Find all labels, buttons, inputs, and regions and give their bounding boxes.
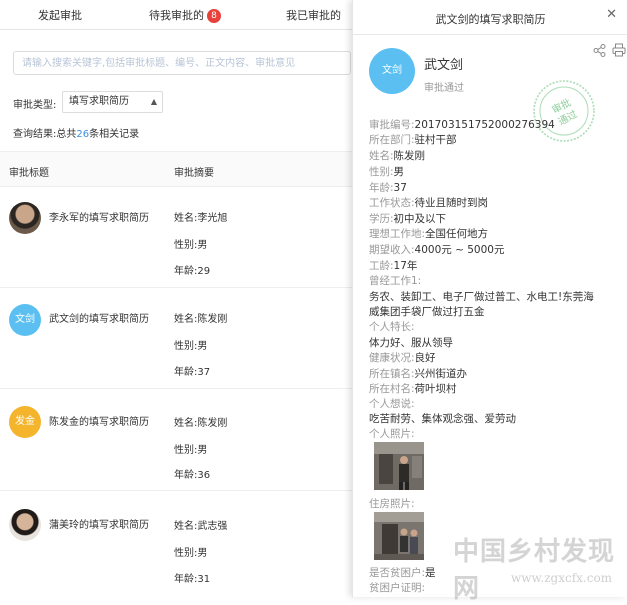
watermark-url: www.zgxcfx.com <box>511 571 613 585</box>
caret-updown-icon: ▲ <box>150 97 157 106</box>
field-work-history-line2: 威集团手袋厂做过打五金 <box>369 306 485 318</box>
filter-label: 审批类型: <box>13 100 57 111</box>
field-age: 年龄:37 <box>369 182 407 194</box>
avatar: 文剑 <box>9 304 41 336</box>
table-row[interactable]: 蒲美玲的填写求职简历 姓名:武志强 性别:男 年龄:31 <box>0 491 355 597</box>
row-age: 年龄:37 <box>174 367 211 378</box>
result-summary: 查询结果:总共26条相关记录 <box>13 125 139 140</box>
field-photo-label: 个人照片: <box>369 428 415 440</box>
applicant-name: 武文剑 <box>424 58 464 73</box>
watermark: 中国乡村发现网 <box>453 537 616 604</box>
row-title[interactable]: 陈发金的填写求职简历 <box>49 413 149 428</box>
avatar <box>9 202 41 234</box>
avatar: 文剑 <box>369 48 415 94</box>
field-work-status: 工作状态:待业且随时到岗 <box>369 197 489 209</box>
field-town: 所在镇名:兴州街道办 <box>369 368 468 380</box>
row-gender: 性别:男 <box>174 341 208 352</box>
table-row[interactable]: 文剑 武文剑的填写求职简历 姓名:陈发刚 性别:男 年龄:37 <box>0 288 355 389</box>
tab-approved[interactable]: 我已审批的 <box>286 7 341 23</box>
row-title[interactable]: 蒲美玲的填写求职简历 <box>49 516 149 531</box>
field-work-history-line1: 务农、装卸工、电子厂做过普工、水电工!东莞海 <box>369 291 594 303</box>
field-work-years: 工龄:17年 <box>369 260 418 272</box>
approval-status: 审批通过 <box>424 83 464 94</box>
avatar: 发金 <box>9 406 41 438</box>
field-expected-income: 期望收入:4000元 ~ 5000元 <box>369 244 505 256</box>
field-ideal-location: 理想工作地:全国任何地方 <box>369 228 489 240</box>
field-approval-number: 审批编号:20170315175200027639​4 <box>369 119 555 131</box>
row-title[interactable]: 武文剑的填写求职简历 <box>49 310 149 325</box>
approval-list-pane: 发起审批 待我审批的8 我已审批的 审批类型: 填写求职简历 ▲ 查询结果:总共… <box>0 0 355 597</box>
row-age: 年龄:36 <box>174 470 211 481</box>
table-row[interactable]: 李永军的填写求职简历 姓名:李光旭 性别:男 年龄:29 <box>0 187 355 288</box>
row-gender: 性别:男 <box>174 548 208 559</box>
field-statement-label: 个人想说: <box>369 398 415 410</box>
row-name: 姓名:武志强 <box>174 521 228 532</box>
detail-title: 武文剑的填写求职简历 <box>435 13 546 26</box>
print-icon[interactable] <box>612 43 626 57</box>
approved-stamp: 审批 通过 <box>533 80 595 142</box>
field-poor-household: 是否贫困户:是 <box>369 567 436 579</box>
row-gender: 性别:男 <box>174 240 208 251</box>
table-header: 审批标题 审批摘要 <box>0 151 355 187</box>
field-work-history-label: 曾经工作1: <box>369 275 422 287</box>
personal-photo[interactable] <box>374 442 424 490</box>
field-skill-label: 个人特长: <box>369 321 415 333</box>
result-suffix: 条相关记录 <box>89 129 140 140</box>
pending-count-badge: 8 <box>207 9 221 23</box>
row-name: 姓名:李光旭 <box>174 213 228 224</box>
tab-initiate[interactable]: 发起审批 <box>38 7 82 23</box>
field-name: 姓名:陈发刚 <box>369 150 426 162</box>
detail-pane: 武文剑的填写求职简历 ✕ 文剑 武文剑 审批通过 审批 通过 审批编号:2017… <box>352 0 627 597</box>
divider <box>353 34 627 35</box>
approval-type-value: 填写求职简历 <box>69 96 129 107</box>
field-skill: 体力好、服从领导 <box>369 337 453 349</box>
tab-pending-label[interactable]: 待我审批的 <box>149 9 204 22</box>
field-village: 所在村名:荷叶坝村 <box>369 383 457 395</box>
field-gender: 性别:男 <box>369 166 405 178</box>
search-input[interactable] <box>13 51 351 75</box>
row-age: 年龄:29 <box>174 266 211 277</box>
close-icon[interactable]: ✕ <box>606 7 617 22</box>
field-department: 所在部门:驻村干部 <box>369 134 457 146</box>
col-summary-header: 审批摘要 <box>174 168 214 179</box>
field-health: 健康状况:良好 <box>369 352 436 364</box>
house-photo[interactable] <box>374 512 424 560</box>
approval-type-select[interactable]: 填写求职简历 ▲ <box>62 91 163 113</box>
tab-pending[interactable]: 待我审批的 8 <box>149 7 221 23</box>
field-statement: 吃苦耐劳、集体观念强、爱劳动 <box>369 413 516 425</box>
row-name: 姓名:陈发刚 <box>174 314 228 325</box>
field-education: 学历:初中及以下 <box>369 213 447 225</box>
field-poor-proof-label: 贫困户证明: <box>369 582 426 594</box>
share-icon[interactable] <box>593 44 606 57</box>
row-gender: 性别:男 <box>174 445 208 456</box>
col-title-header: 审批标题 <box>9 168 49 179</box>
result-count: 26 <box>76 129 90 140</box>
result-prefix: 查询结果:总共 <box>13 129 77 140</box>
tab-bar: 发起审批 待我审批的 8 我已审批的 <box>0 0 355 30</box>
field-house-photo-label: 住房照片: <box>369 498 415 510</box>
row-title[interactable]: 李永军的填写求职简历 <box>49 209 149 224</box>
table-row[interactable]: 发金 陈发金的填写求职简历 姓名:陈发刚 性别:男 年龄:36 <box>0 389 355 491</box>
row-name: 姓名:陈发刚 <box>174 418 228 429</box>
row-age: 年龄:31 <box>174 574 211 585</box>
avatar <box>9 509 41 541</box>
